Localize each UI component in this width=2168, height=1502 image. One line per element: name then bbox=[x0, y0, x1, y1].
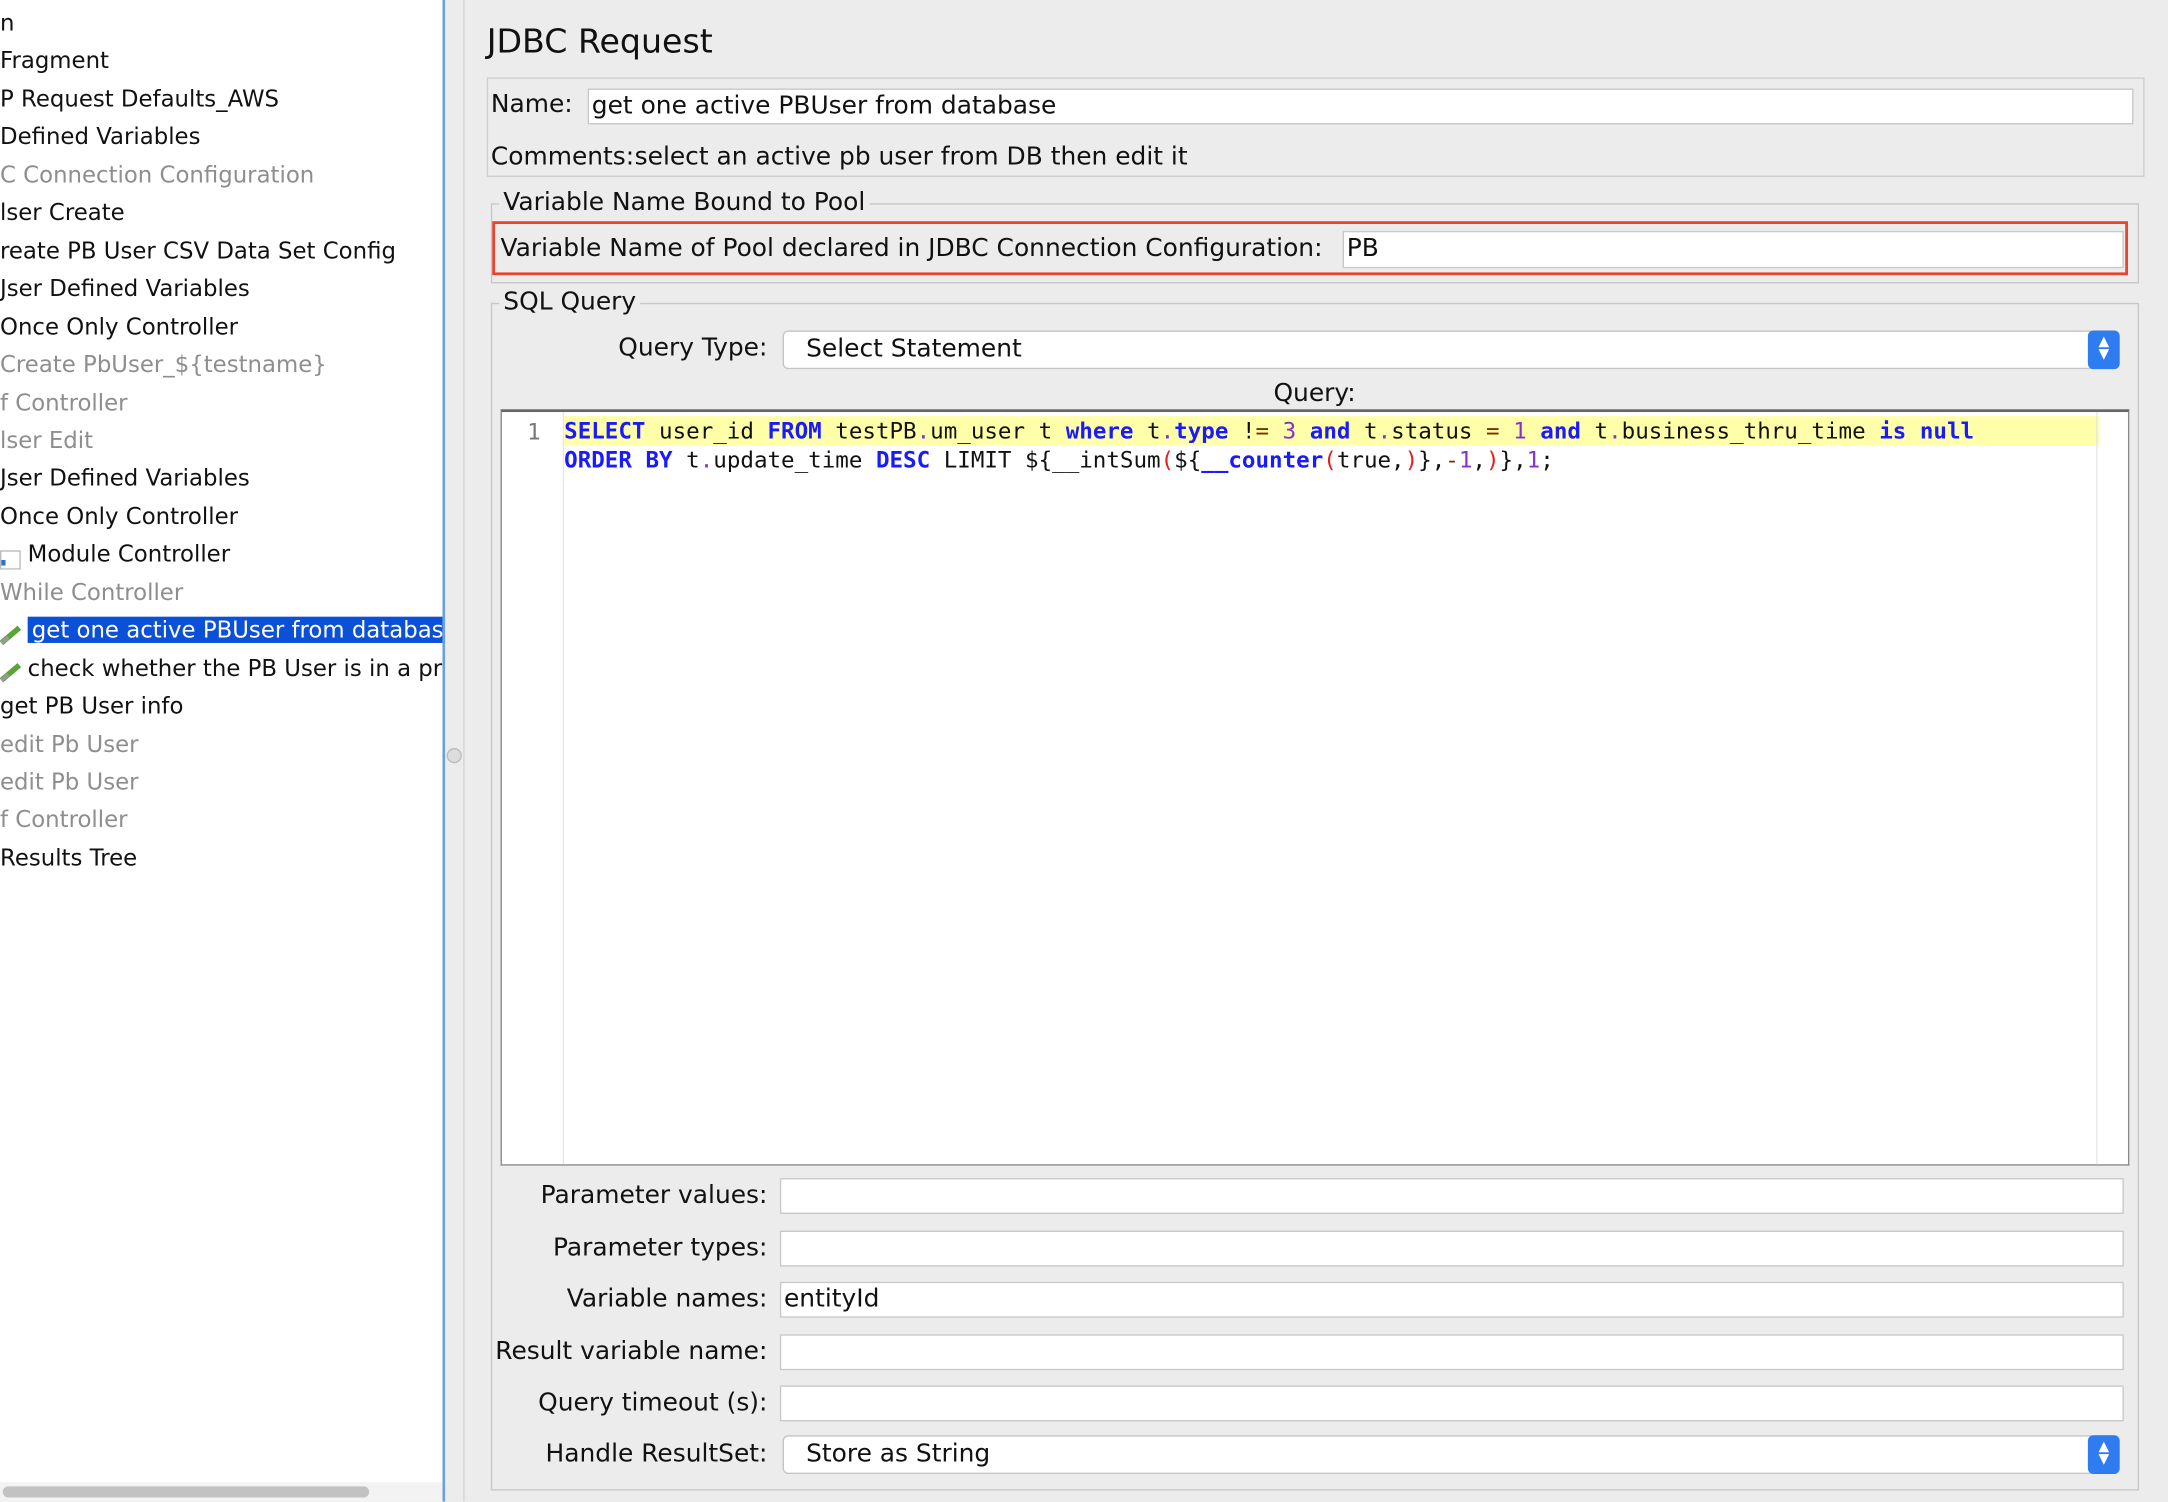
param-input[interactable] bbox=[779, 1333, 2124, 1370]
tree-item-label: edit Pb User bbox=[0, 730, 139, 758]
tree-item-label: reate PB User CSV Data Set Config bbox=[0, 237, 396, 264]
line-number: 1 bbox=[527, 418, 541, 446]
tree-item-label: While Controller bbox=[0, 579, 184, 606]
tree-item[interactable]: edit Pb User bbox=[0, 727, 139, 763]
param-input[interactable]: entityId bbox=[779, 1281, 2124, 1318]
query-label: Query: bbox=[1273, 378, 1356, 408]
param-label: Variable names: bbox=[566, 1284, 768, 1314]
tree-item[interactable]: Jser Defined Variables bbox=[0, 271, 250, 307]
jdbc-sampler-icon bbox=[0, 658, 22, 683]
pool-legend: Variable Name Bound to Pool bbox=[499, 188, 870, 218]
tree-item[interactable]: n bbox=[0, 6, 14, 42]
tree-item-label: Once Only Controller bbox=[0, 313, 238, 340]
query-text[interactable]: SELECT user_id FROM testPB.um_user t whe… bbox=[564, 416, 1974, 474]
tree-item[interactable]: Results Tree bbox=[0, 841, 137, 877]
tree-item-label: Once Only Controller bbox=[0, 503, 238, 530]
tree-item[interactable]: Create PbUser_${testname} bbox=[0, 347, 327, 383]
tree-item[interactable]: f Controller bbox=[0, 385, 128, 421]
tree-horizontal-scrollbar[interactable] bbox=[0, 1482, 443, 1502]
tree-item[interactable]: check whether the PB User is in a pr bbox=[0, 651, 442, 687]
query-editor[interactable]: 1 SELECT user_id FROM testPB.um_user t w… bbox=[500, 409, 2130, 1166]
tree-item-label: get PB User info bbox=[0, 692, 184, 720]
name-label: Name: bbox=[490, 89, 573, 119]
param-input[interactable] bbox=[779, 1229, 2124, 1266]
jdbc-sampler-icon bbox=[0, 620, 22, 645]
divider-grip-icon[interactable] bbox=[446, 748, 462, 764]
param-input[interactable] bbox=[779, 1178, 2124, 1215]
tree-item[interactable]: P Request Defaults_AWS bbox=[0, 81, 279, 117]
query-type-label: Query Type: bbox=[618, 333, 768, 363]
tree-item-label: Module Controller bbox=[27, 541, 231, 568]
name-input[interactable]: get one active PBUser from database bbox=[587, 88, 2134, 125]
tree-item[interactable]: f Controller bbox=[0, 803, 128, 839]
tree-item[interactable]: While Controller bbox=[0, 575, 183, 611]
module-controller-icon bbox=[0, 545, 22, 570]
tree-item[interactable]: get one active PBUser from databas bbox=[0, 613, 443, 649]
tree-item-label: n bbox=[0, 9, 15, 36]
param-label: Parameter types: bbox=[553, 1232, 768, 1262]
tree-item-label: Jser Defined Variables bbox=[0, 465, 250, 492]
tree-item-label: lser Edit bbox=[0, 427, 94, 454]
tree-item[interactable]: lser Edit bbox=[0, 423, 93, 459]
handle-resultset-value: Store as String bbox=[806, 1439, 991, 1469]
param-label: Parameter values: bbox=[540, 1180, 768, 1210]
tree-item[interactable]: lser Create bbox=[0, 195, 125, 231]
query-type-value: Select Statement bbox=[806, 334, 1022, 364]
param-label: Result variable name: bbox=[495, 1336, 768, 1366]
tree-item-label: edit Pb User bbox=[0, 768, 139, 796]
tree-item[interactable]: C Connection Configuration bbox=[0, 157, 314, 193]
param-input[interactable] bbox=[779, 1385, 2124, 1422]
page-title: JDBC Request bbox=[486, 22, 713, 61]
tree-item-label: get one active PBUser from databas bbox=[27, 616, 443, 644]
sql-query-legend: SQL Query bbox=[499, 287, 641, 317]
jmeter-window: n Fragment P Request Defaults_AWS Defined… bbox=[0, 0, 2168, 1502]
tree-item[interactable]: Defined Variables bbox=[0, 119, 200, 155]
tree-item-label: Defined Variables bbox=[0, 123, 201, 150]
tree-item[interactable]: Once Only Controller bbox=[0, 309, 238, 345]
tree-item[interactable]: Once Only Controller bbox=[0, 499, 238, 535]
comments-label: Comments: bbox=[490, 142, 635, 172]
tree-item-label: f Controller bbox=[0, 806, 128, 833]
tree-item-label: P Request Defaults_AWS bbox=[0, 85, 280, 112]
tree-item-label: Results Tree bbox=[0, 844, 138, 871]
tree-item[interactable]: reate PB User CSV Data Set Config bbox=[0, 233, 396, 269]
handle-resultset-label: Handle ResultSet: bbox=[545, 1439, 768, 1469]
tree-item-label: lser Create bbox=[0, 199, 125, 226]
pool-name-input[interactable]: PB bbox=[1342, 230, 2124, 269]
tree-item-label: C Connection Configuration bbox=[0, 161, 315, 188]
scrollbar-thumb[interactable] bbox=[2, 1486, 370, 1498]
chevron-up-down-icon[interactable]: ▲ ▼ bbox=[2087, 330, 2120, 370]
test-plan-tree[interactable]: n Fragment P Request Defaults_AWS Defined… bbox=[0, 0, 446, 1502]
chevron-up-down-icon[interactable]: ▲ ▼ bbox=[2087, 1435, 2120, 1474]
query-type-select[interactable]: Select Statement ▲ ▼ bbox=[782, 330, 2120, 370]
tree-item[interactable]: Fragment bbox=[0, 43, 109, 79]
tree-item-label: Fragment bbox=[0, 47, 109, 74]
tree-item-label: f Controller bbox=[0, 389, 128, 416]
tree-item[interactable]: Module Controller bbox=[0, 537, 230, 573]
editor-vertical-scrollbar[interactable] bbox=[2096, 412, 2128, 1165]
pool-label: Variable Name of Pool declared in JDBC C… bbox=[500, 233, 1323, 263]
tree-item-label: check whether the PB User is in a pr bbox=[27, 654, 443, 682]
line-number-gutter: 1 bbox=[502, 412, 565, 1165]
tree-item-label: Create PbUser_${testname} bbox=[0, 351, 327, 378]
handle-resultset-select[interactable]: Store as String ▲ ▼ bbox=[782, 1435, 2120, 1474]
tree-item-label: Jser Defined Variables bbox=[0, 275, 250, 302]
comments-input[interactable]: select an active pb user from DB then ed… bbox=[635, 142, 2135, 172]
tree-item[interactable]: get PB User info bbox=[0, 689, 183, 725]
tree-item[interactable]: edit Pb User bbox=[0, 765, 139, 801]
tree-item[interactable]: Jser Defined Variables bbox=[0, 461, 250, 497]
param-label: Query timeout (s): bbox=[538, 1388, 768, 1418]
